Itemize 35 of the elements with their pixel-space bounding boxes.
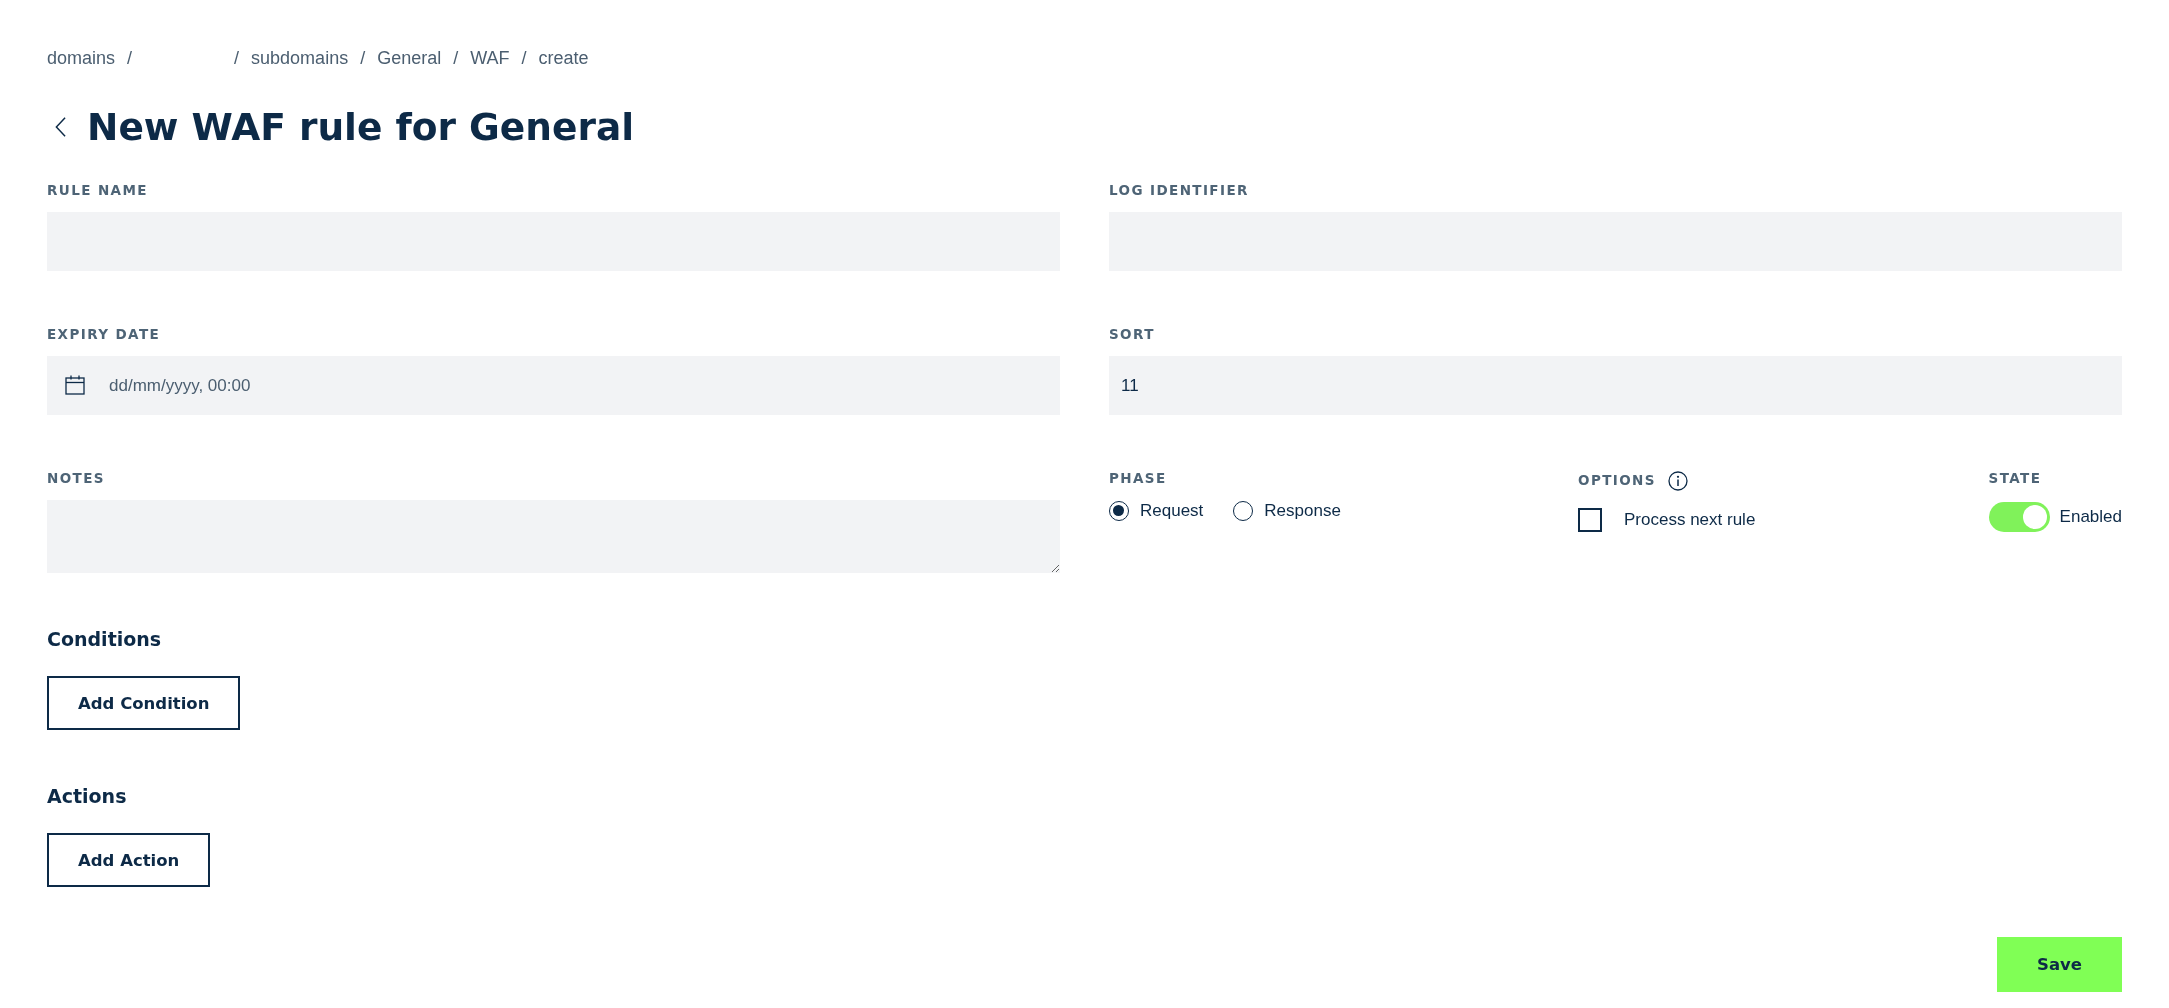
chevron-left-icon[interactable] [55, 116, 66, 138]
toggle-label: Enabled [2059, 507, 2122, 527]
notes-field[interactable] [47, 500, 1060, 573]
number-field[interactable]: 11 [1109, 356, 2122, 415]
field-label: PHASE [1109, 469, 1167, 488]
breadcrumb-separator: / [521, 48, 527, 68]
calendar-icon [65, 375, 85, 395]
field-label: LOG IDENTIFIER [1109, 181, 1250, 200]
checkbox-option[interactable]: Process next rule [1578, 508, 1756, 532]
breadcrumb-link[interactable]: create [538, 48, 589, 68]
save-button[interactable]: Save [1997, 937, 2122, 992]
field-label: EXPIRY DATE [47, 325, 162, 344]
radio-option[interactable]: Response [1233, 501, 1341, 521]
info-icon[interactable] [1667, 471, 1688, 491]
field-label: STATE [1988, 469, 2042, 488]
breadcrumb-separator: / [360, 48, 366, 68]
field-label: OPTIONS [1578, 470, 1656, 490]
field-label: NOTES [47, 469, 106, 488]
section-heading: Actions [47, 784, 127, 809]
breadcrumb-separator: / [453, 48, 459, 68]
breadcrumb-link[interactable]: subdomains [251, 48, 349, 68]
field-label: SORT [1109, 325, 1156, 344]
breadcrumb-separator: / [127, 48, 133, 68]
page-title: New WAF rule for General [87, 104, 635, 151]
breadcrumb-link[interactable]: domains [47, 48, 116, 68]
breadcrumb-separator: / [234, 48, 240, 68]
radio-option[interactable]: Request [1109, 501, 1204, 521]
toggle-switch[interactable] [1988, 502, 2050, 532]
date-field[interactable]: dd/mm/yyyy, 00:00 [47, 356, 1060, 415]
field-label: RULE NAME [47, 181, 149, 200]
breadcrumb-link[interactable]: WAF [470, 48, 510, 68]
add-action-button[interactable]: Add Action [47, 833, 211, 887]
section-heading: Conditions [47, 627, 162, 652]
add-condition-button[interactable]: Add Condition [47, 676, 241, 730]
breadcrumb-link[interactable]: General [377, 48, 442, 68]
